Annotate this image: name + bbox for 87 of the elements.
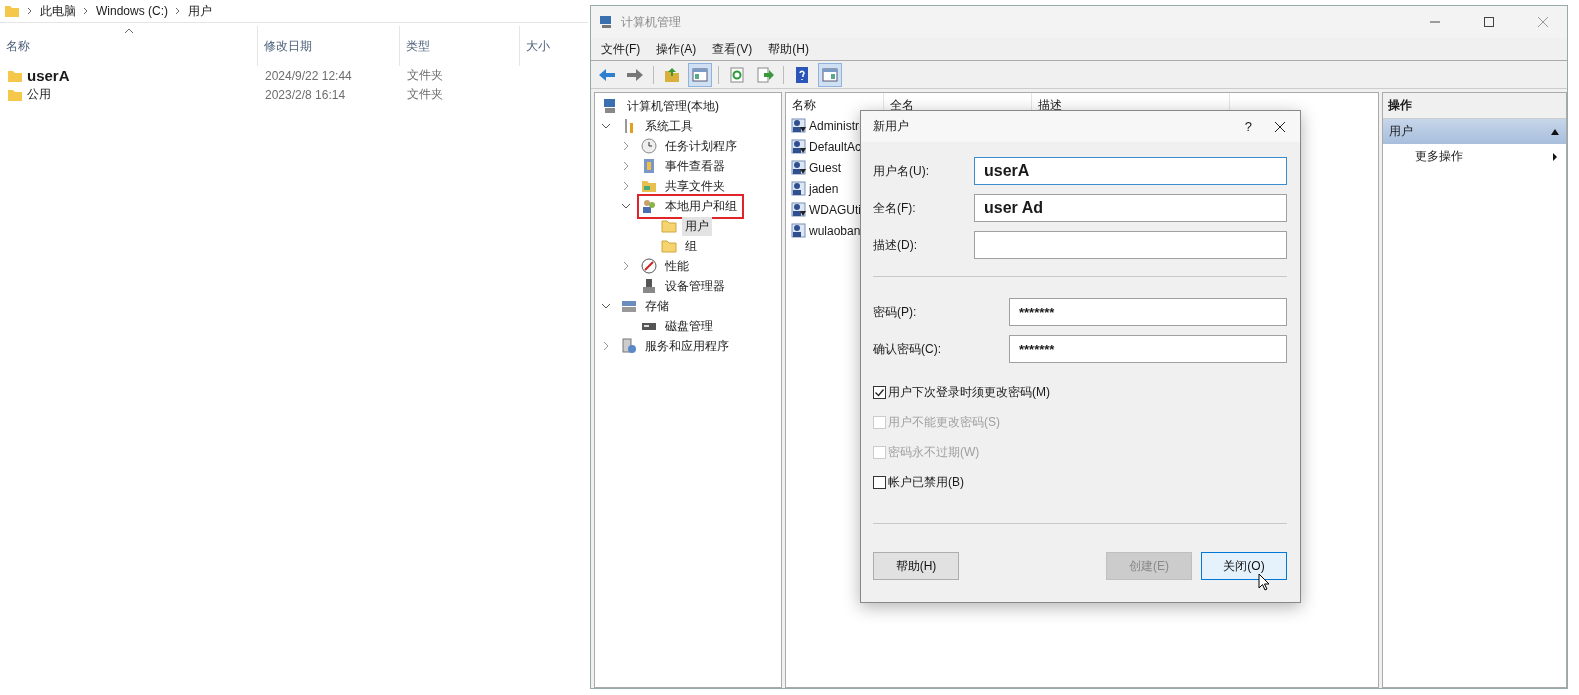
tree-item[interactable]: 事件查看器 xyxy=(662,156,728,176)
export-icon xyxy=(755,64,775,85)
menu-item[interactable]: 帮助(H) xyxy=(768,40,809,58)
chevron-right-icon[interactable] xyxy=(621,181,631,191)
column-header[interactable]: 名称 xyxy=(6,37,30,55)
tree-item[interactable]: 用户 xyxy=(682,216,712,236)
submenu-triangle-icon xyxy=(1552,151,1558,162)
folder-icon xyxy=(661,218,677,234)
shared-folder-icon xyxy=(641,178,657,194)
tree-item[interactable]: 设备管理器 xyxy=(662,276,728,296)
column-header[interactable]: 修改日期 xyxy=(264,37,312,55)
chevron-right-icon[interactable] xyxy=(601,341,611,351)
folder-icon xyxy=(4,3,20,19)
breadcrumb-item[interactable]: Windows (C:) xyxy=(96,4,168,18)
window-title: 计算机管理 xyxy=(621,13,681,31)
breadcrumb-item[interactable]: 用户 xyxy=(188,2,212,20)
menu-item[interactable]: 文件(F) xyxy=(601,40,641,58)
tree-item[interactable]: 服务和应用程序 xyxy=(642,336,732,356)
chevron-right-icon[interactable] xyxy=(621,141,631,151)
chevron-right-icon xyxy=(26,7,34,15)
chevron-down-icon[interactable] xyxy=(601,301,611,311)
chevron-right-icon[interactable] xyxy=(621,261,631,271)
field-label: 用户名(U): xyxy=(873,162,930,180)
password-field[interactable]: ******* xyxy=(1009,335,1287,363)
dialog-button[interactable]: 关闭(O) xyxy=(1201,552,1287,580)
folder-icon xyxy=(661,238,677,254)
field-label: 确认密码(C): xyxy=(873,340,942,358)
chevron-right-icon[interactable] xyxy=(621,161,631,171)
user-name[interactable]: jaden xyxy=(809,181,839,196)
tree-item[interactable]: 组 xyxy=(682,236,700,256)
chevron-right-icon xyxy=(82,7,90,15)
modified-date: 2023/2/8 16:14 xyxy=(264,87,347,102)
checkbox-label: 用户下次登录时须更改密码(M) xyxy=(888,384,1050,401)
tree-item[interactable]: 存储 xyxy=(642,296,672,316)
checkbox[interactable] xyxy=(873,476,886,489)
chevron-down-icon[interactable] xyxy=(601,121,611,131)
tree-item[interactable]: 任务计划程序 xyxy=(662,136,740,156)
password-field[interactable]: ******* xyxy=(1009,298,1287,326)
close-icon[interactable] xyxy=(1274,120,1286,133)
modified-date: 2024/9/22 12:44 xyxy=(264,68,353,83)
storage-icon xyxy=(621,298,637,314)
tree-item[interactable]: 共享文件夹 xyxy=(662,176,728,196)
tree-item[interactable]: 磁盘管理 xyxy=(662,316,716,336)
checkbox-label: 帐户已禁用(B) xyxy=(888,474,964,491)
menu-item[interactable]: 查看(V) xyxy=(712,40,753,58)
file-type: 文件夹 xyxy=(406,67,444,84)
tree-item[interactable]: 计算机管理(本地) xyxy=(624,96,722,116)
mouse-cursor-icon xyxy=(1258,573,1270,591)
tree-item[interactable]: 系统工具 xyxy=(642,116,696,136)
input-field[interactable]: userA xyxy=(974,157,1287,185)
collapse-triangle-icon[interactable] xyxy=(1550,127,1560,136)
breadcrumb-item[interactable]: 此电脑 xyxy=(40,2,76,20)
menu-item[interactable]: 操作(A) xyxy=(656,40,697,58)
column-header[interactable]: 类型 xyxy=(406,37,430,55)
checkbox[interactable] xyxy=(873,386,886,399)
checkbox-label: 用户不能更改密码(S) xyxy=(888,414,1000,431)
chevron-down-icon[interactable] xyxy=(621,201,631,211)
dialog-title: 新用户 xyxy=(873,118,909,135)
section-title: 用户 xyxy=(1389,123,1413,140)
input-field[interactable]: user Ad xyxy=(974,194,1287,222)
file-name[interactable]: userA xyxy=(27,67,70,84)
input-field[interactable] xyxy=(974,231,1287,259)
gauge-icon xyxy=(641,258,657,274)
help-button[interactable]: 帮助(H) xyxy=(873,552,959,580)
services-icon xyxy=(621,338,637,354)
chevron-right-icon xyxy=(174,7,182,15)
field-label: 密码(P): xyxy=(873,303,918,321)
show-actions-button[interactable] xyxy=(818,62,842,87)
show-tree-button[interactable] xyxy=(688,62,712,87)
tree-item[interactable]: 本地用户和组 xyxy=(662,196,740,216)
field-label: 全名(F): xyxy=(873,199,917,217)
file-name[interactable]: 公用 xyxy=(27,86,51,103)
user-name[interactable]: wulaoban xyxy=(809,223,861,238)
log-icon xyxy=(641,158,657,174)
actions-section-header[interactable]: 用户 xyxy=(1383,119,1566,144)
users-icon xyxy=(641,198,657,214)
help-button[interactable]: ? xyxy=(1222,119,1274,134)
column-header[interactable]: 大小 xyxy=(526,37,550,55)
checkbox-label: 密码永不过期(W) xyxy=(888,444,980,461)
clock-icon xyxy=(641,138,657,154)
file-type: 文件夹 xyxy=(406,86,444,103)
action-link[interactable]: 更多操作 xyxy=(1415,148,1463,165)
refresh-icon xyxy=(727,64,747,85)
tree-item[interactable]: 性能 xyxy=(662,256,692,276)
device-icon xyxy=(641,278,657,294)
actions-header: 操作 xyxy=(1383,93,1566,119)
field-label: 描述(D): xyxy=(873,236,918,254)
